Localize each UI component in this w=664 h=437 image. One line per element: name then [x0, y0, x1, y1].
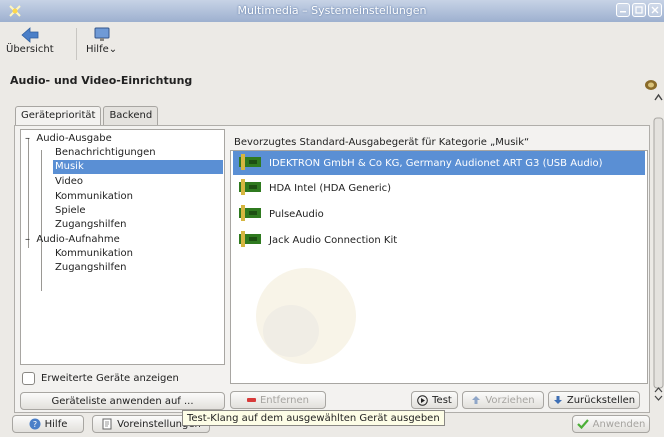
checkmark-icon [576, 419, 589, 430]
close-button[interactable] [648, 3, 662, 17]
collapse-icon: – [25, 234, 30, 245]
back-arrow-icon [21, 27, 39, 43]
device-list-label: Bevorzugtes Standard-Ausgabegerät für Ka… [234, 137, 530, 148]
arrow-down-icon [553, 396, 562, 404]
tree-group-audio-input[interactable]: – Audio-Aufnahme [25, 233, 120, 247]
page-scrollbar[interactable] [653, 90, 664, 420]
advanced-devices-row[interactable]: Erweiterte Geräte anzeigen [22, 372, 179, 385]
minus-icon [246, 397, 256, 402]
sound-card-icon [237, 230, 263, 251]
help-icon: ? [29, 418, 41, 430]
overview-button[interactable]: Übersicht [6, 26, 54, 55]
device-row[interactable]: Jack Audio Connection Kit [233, 228, 645, 252]
device-name: IDEKTRON GmbH & Co KG, Germany Audionet … [269, 157, 603, 169]
tab-backend[interactable]: Backend [103, 106, 159, 126]
arrow-up-icon [472, 396, 481, 404]
sound-card-icon [237, 153, 263, 174]
device-name: HDA Intel (HDA Generic) [269, 182, 392, 194]
tree-group-audio-output[interactable]: – Audio-Ausgabe [25, 132, 112, 146]
sound-card-icon [237, 204, 263, 225]
remove-button[interactable]: Entfernen [230, 391, 326, 409]
device-row[interactable]: PulseAudio [233, 202, 645, 226]
svg-text:?: ? [33, 420, 37, 429]
prefer-button[interactable]: Vorziehen [462, 391, 544, 409]
collapse-icon: – [25, 133, 30, 144]
overview-label: Übersicht [6, 44, 54, 55]
maximize-button[interactable] [632, 3, 646, 17]
tree-item-notifications[interactable]: Benachrichtigungen [55, 146, 156, 160]
help-monitor-icon [94, 27, 110, 41]
maximize-icon [635, 6, 643, 14]
tree-item-music[interactable]: Musik [53, 160, 223, 174]
help-button[interactable]: ? Hilfe [12, 415, 84, 433]
device-row[interactable]: IDEKTRON GmbH & Co KG, Germany Audionet … [233, 151, 645, 175]
tree-item-communication[interactable]: Kommunikation [55, 190, 133, 204]
device-name: Jack Audio Connection Kit [269, 234, 398, 246]
document-icon [102, 418, 112, 430]
tree-item-input-communication[interactable]: Kommunikation [55, 247, 133, 261]
apply-device-list-button[interactable]: Geräteliste anwenden auf ... [20, 392, 225, 410]
toolbar: Übersicht Hilfe⌄ [0, 22, 664, 66]
sound-card-icon [237, 178, 263, 199]
minimize-button[interactable] [616, 3, 630, 17]
device-list[interactable]: IDEKTRON GmbH & Co KG, Germany Audionet … [230, 150, 648, 384]
close-icon [651, 6, 659, 14]
toolbar-separator [76, 28, 77, 60]
page-title: Audio- und Video-Einrichtung [10, 74, 193, 87]
defer-button[interactable]: Zurückstellen [548, 391, 640, 409]
tree-item-accessibility[interactable]: Zugangshilfen [55, 218, 126, 232]
speaker-watermark-icon [256, 268, 356, 364]
tab-bar: Gerätepriorität Backend [15, 106, 160, 127]
apply-button[interactable]: Anwenden [572, 415, 650, 433]
tree-item-games[interactable]: Spiele [55, 204, 86, 218]
test-button[interactable]: Test [411, 391, 458, 409]
help-menu-label: Hilfe⌄ [86, 44, 118, 55]
tab-device-priority[interactable]: Gerätepriorität [15, 106, 102, 127]
play-icon [417, 394, 428, 406]
category-tree[interactable]: – Audio-Ausgabe Benachrichtigungen Musik… [20, 129, 225, 365]
test-tooltip: Test-Klang auf dem ausgewählten Gerät au… [182, 410, 445, 426]
device-name: PulseAudio [269, 208, 324, 220]
advanced-devices-checkbox[interactable] [22, 372, 35, 385]
tree-item-input-accessibility[interactable]: Zugangshilfen [55, 261, 126, 275]
advanced-devices-label: Erweiterte Geräte anzeigen [41, 373, 179, 384]
window-titlebar[interactable]: Multimedia – Systemeinstellungen [0, 0, 664, 22]
minimize-icon [620, 11, 626, 13]
window-title: Multimedia – Systemeinstellungen [237, 4, 427, 17]
device-row[interactable]: HDA Intel (HDA Generic) [233, 176, 645, 200]
help-menu-button[interactable]: Hilfe⌄ [86, 26, 117, 55]
tree-item-video[interactable]: Video [55, 175, 83, 189]
